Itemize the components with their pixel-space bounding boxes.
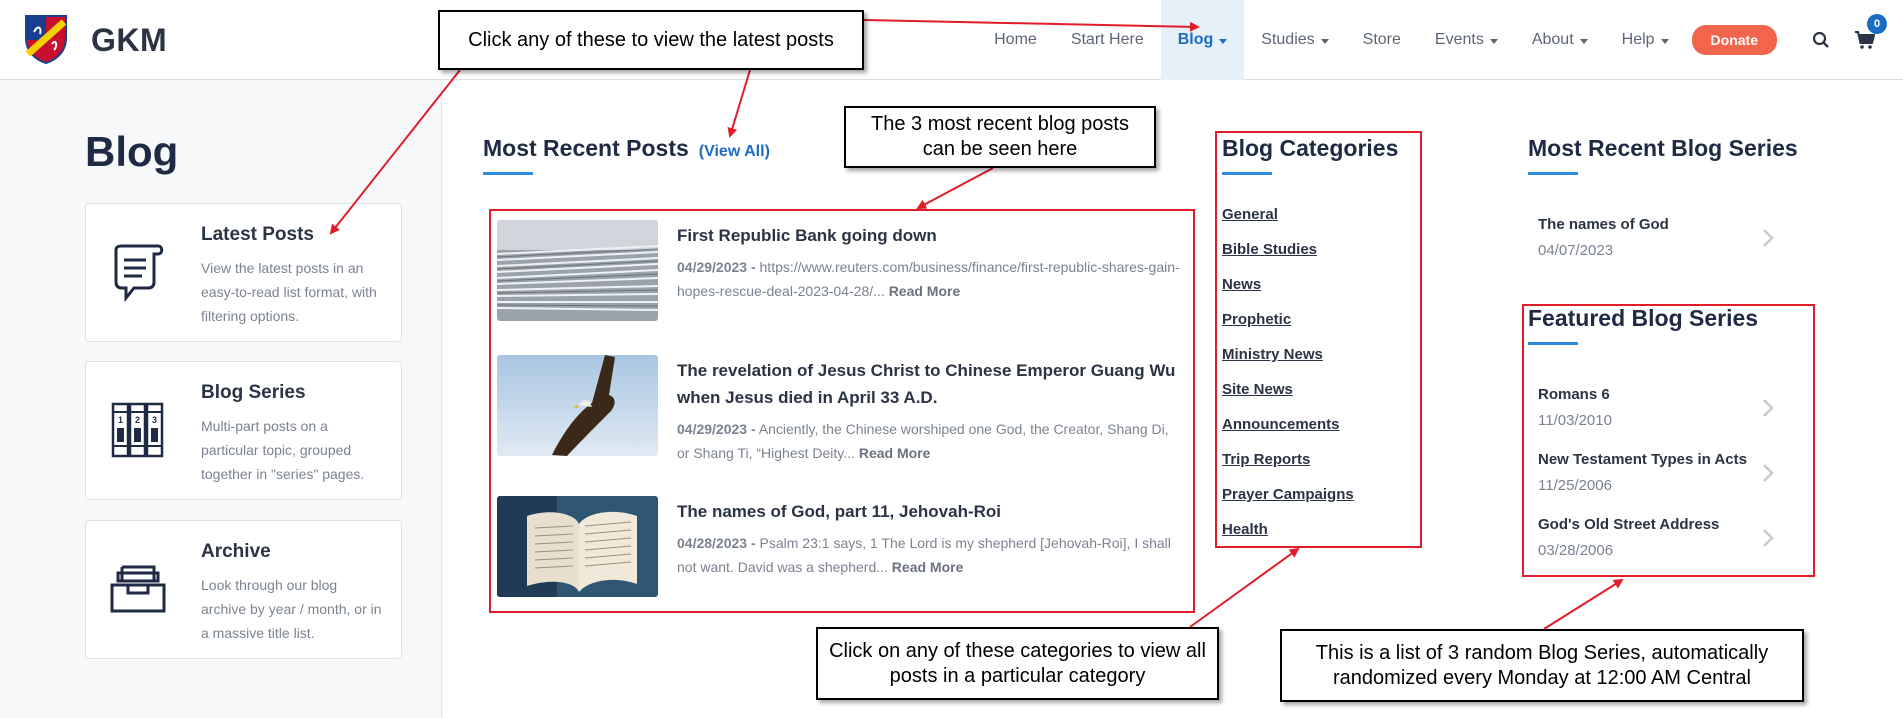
series-title: The names of God xyxy=(1538,216,1669,233)
latest-posts-callout: Click any of these to view the latest po… xyxy=(438,10,864,70)
nav-label: Home xyxy=(994,31,1037,48)
nav-about[interactable]: About xyxy=(1515,0,1605,80)
search-button[interactable] xyxy=(1799,0,1843,80)
recent-posts-callout: The 3 most recent blog posts can be seen… xyxy=(844,106,1156,168)
caret-down-icon xyxy=(1489,38,1498,44)
archive-box-icon xyxy=(110,565,166,613)
nav-start-here[interactable]: Start Here xyxy=(1054,0,1161,80)
series-callout: This is a list of 3 random Blog Series, … xyxy=(1280,629,1804,702)
donate-button[interactable]: Donate xyxy=(1691,25,1777,55)
card-title: Blog Series xyxy=(201,382,306,403)
books-icon: 1 2 3 xyxy=(111,402,164,458)
nav-store[interactable]: Store xyxy=(1346,0,1418,80)
site-brand[interactable]: GKM xyxy=(91,22,167,59)
heading-underline xyxy=(1528,172,1578,175)
nav-label: Help xyxy=(1621,31,1655,48)
blog-series-card[interactable]: 1 2 3 Blog Series Multi-part posts on a … xyxy=(85,361,402,500)
recent-posts-highlight xyxy=(489,209,1195,613)
view-all-link[interactable]: (View All) xyxy=(699,143,770,160)
recent-posts-heading: Most Recent Posts (View All) xyxy=(483,135,770,162)
shield-logo-icon[interactable] xyxy=(24,14,68,64)
nav-label: About xyxy=(1531,31,1574,48)
recent-series-heading: Most Recent Blog Series xyxy=(1528,135,1798,161)
card-description: Look through our blog archive by year / … xyxy=(201,577,382,641)
caret-down-icon xyxy=(1660,38,1669,44)
nav-label: Events xyxy=(1434,31,1484,48)
search-icon xyxy=(1812,31,1829,48)
page-title: Blog xyxy=(85,128,179,175)
scroll-icon xyxy=(114,244,164,303)
nav-help[interactable]: Help xyxy=(1605,0,1686,80)
categories-highlight xyxy=(1215,131,1422,548)
latest-posts-card[interactable]: Latest Posts View the latest posts in an… xyxy=(85,203,402,342)
caret-down-icon xyxy=(1320,38,1329,44)
cart-button[interactable]: 0 xyxy=(1843,0,1887,80)
card-description: View the latest posts in an easy-to-read… xyxy=(201,260,377,324)
nav-label: Blog xyxy=(1177,31,1214,48)
nav-home[interactable]: Home xyxy=(977,0,1054,80)
caret-down-icon xyxy=(1579,38,1588,44)
nav-events[interactable]: Events xyxy=(1418,0,1515,80)
card-description: Multi-part posts on a particular topic, … xyxy=(201,418,365,482)
categories-callout: Click on any of these categories to view… xyxy=(816,627,1219,700)
chevron-right-icon xyxy=(1763,229,1774,247)
heading-text: Most Recent Posts xyxy=(483,135,689,161)
cart-count-badge: 0 xyxy=(1867,14,1887,34)
card-title: Archive xyxy=(201,541,271,562)
heading-underline xyxy=(483,172,533,175)
blog-page: GKM Home Start Here Blog Studies Store E… xyxy=(0,0,1903,718)
nav-label: Studies xyxy=(1261,31,1315,48)
site-header: GKM Home Start Here Blog Studies Store E… xyxy=(0,0,1903,80)
svg-text:1: 1 xyxy=(118,415,123,425)
nav-studies[interactable]: Studies xyxy=(1244,0,1345,80)
card-title: Latest Posts xyxy=(201,224,314,245)
caret-down-icon xyxy=(1219,38,1228,44)
series-item[interactable]: The names of God 04/07/2023 xyxy=(1538,216,1793,276)
svg-text:3: 3 xyxy=(152,415,157,425)
series-date: 04/07/2023 xyxy=(1538,242,1614,259)
featured-series-highlight xyxy=(1522,304,1815,577)
svg-text:2: 2 xyxy=(135,415,140,425)
nav-label: Start Here xyxy=(1070,31,1144,48)
nav-blog[interactable]: Blog xyxy=(1160,0,1245,80)
archive-card[interactable]: Archive Look through our blog archive by… xyxy=(85,520,402,659)
blog-sidebar: Blog Latest Posts View the latest posts … xyxy=(0,80,442,718)
nav-label: Store xyxy=(1362,31,1401,48)
main-nav: Home Start Here Blog Studies Store Event… xyxy=(977,0,1903,80)
